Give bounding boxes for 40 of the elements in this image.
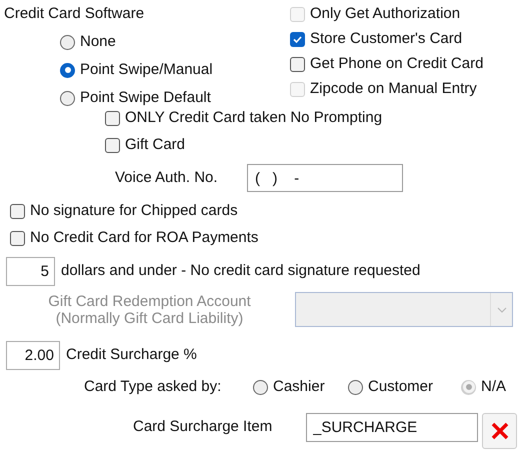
- checkbox[interactable]: [10, 204, 25, 219]
- field-label: Gift Card Redemption Account (Normally Gift Card Liability): [47, 292, 252, 326]
- close-icon: [490, 422, 508, 440]
- checkbox-label: Zipcode on Manual Entry: [310, 79, 477, 100]
- input-field[interactable]: ( ) -: [247, 164, 403, 192]
- input-field[interactable]: _SURCHARGE: [306, 413, 478, 442]
- checkbox-label: Store Customer's Card: [310, 29, 462, 50]
- radio-label: Point Swipe/Manual: [80, 60, 213, 80]
- input-field[interactable]: 2.00: [6, 341, 60, 370]
- checkbox[interactable]: [290, 32, 305, 47]
- checkbox[interactable]: [105, 111, 120, 126]
- checkbox[interactable]: [105, 138, 120, 153]
- radio-label: Customer: [368, 376, 434, 397]
- radio-button[interactable]: [60, 90, 75, 106]
- clear-button[interactable]: [482, 413, 517, 449]
- check-icon: [292, 34, 303, 45]
- radio-button[interactable]: [253, 380, 268, 394]
- section-title: Credit Card Software: [4, 4, 146, 24]
- radio-button[interactable]: [348, 380, 363, 394]
- radio-label: Point Swipe Default: [80, 88, 211, 108]
- field-label: Card Surcharge Item: [133, 417, 274, 438]
- chevron-down-icon: [496, 306, 506, 312]
- radio-label: None: [80, 32, 116, 52]
- checkbox[interactable]: [10, 231, 25, 246]
- radio-label: Cashier: [273, 376, 325, 397]
- checkbox-label: Gift Card: [125, 135, 186, 156]
- input-field[interactable]: 5: [6, 257, 55, 286]
- checkbox[interactable]: [290, 57, 305, 72]
- field-label: Card Type asked by:: [84, 376, 222, 397]
- radio-button[interactable]: [60, 34, 75, 50]
- checkbox-label: ONLY Credit Card taken No Prompting: [125, 108, 382, 128]
- radio-button[interactable]: [60, 62, 75, 78]
- checkbox-label: No signature for Chipped cards: [30, 201, 238, 222]
- radio-label: N/A: [481, 376, 506, 397]
- checkbox-label: No Credit Card for ROA Payments: [30, 228, 258, 248]
- checkbox-label: Only Get Authorization: [310, 4, 460, 24]
- checkbox-label: Get Phone on Credit Card: [310, 54, 484, 74]
- field-label: dollars and under - No credit card signature requested: [61, 261, 420, 282]
- field-label: Voice Auth. No.: [115, 168, 219, 188]
- field-label: Credit Surcharge %: [66, 345, 197, 366]
